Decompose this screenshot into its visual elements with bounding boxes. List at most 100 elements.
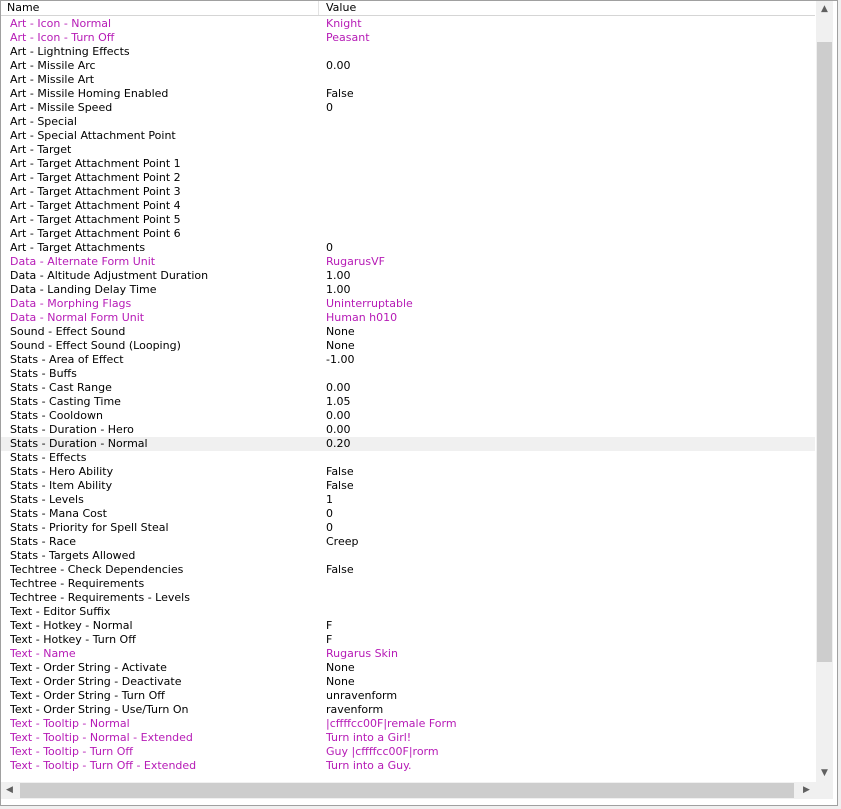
field-value[interactable]: 0.00 [326, 59, 811, 73]
field-row[interactable]: Text - Hotkey - Normal F [1, 619, 815, 633]
field-row[interactable]: Art - Special [1, 115, 815, 129]
field-row[interactable]: Text - Order String - Turn Off unravenfor… [1, 689, 815, 703]
field-row[interactable]: Art - Missile Art [1, 73, 815, 87]
field-row[interactable]: Art - Icon - Normal Knight [1, 17, 815, 31]
field-row[interactable]: Art - Icon - Turn Off Peasant [1, 31, 815, 45]
field-row[interactable]: Text - Hotkey - Turn Off F [1, 633, 815, 647]
field-value[interactable]: 0.00 [326, 423, 811, 437]
field-value[interactable]: -1.00 [326, 353, 811, 367]
field-row[interactable]: Data - Normal Form Unit Human h010 [1, 311, 815, 325]
field-row[interactable]: Art - Missile Speed 0 [1, 101, 815, 115]
scroll-up-icon[interactable]: ▲ [816, 1, 833, 18]
vertical-scrollbar[interactable]: ▲ ▼ [816, 1, 833, 782]
field-value[interactable]: False [326, 479, 811, 493]
field-row[interactable]: Stats - Area of Effect -1.00 [1, 353, 815, 367]
field-value[interactable]: False [326, 465, 811, 479]
field-value[interactable]: 0 [326, 101, 811, 115]
field-row[interactable]: Art - Target Attachment Point 6 [1, 227, 815, 241]
field-value[interactable]: 0 [326, 507, 811, 521]
field-row[interactable]: Stats - Hero Ability False [1, 465, 815, 479]
field-value[interactable]: None [326, 661, 811, 675]
field-row[interactable]: Sound - Effect Sound None [1, 325, 815, 339]
field-value[interactable]: False [326, 87, 811, 101]
field-row[interactable]: Text - Order String - Deactivate None [1, 675, 815, 689]
field-value[interactable]: |cffffcc00F|remale Form [326, 717, 811, 731]
field-value[interactable]: 1.00 [326, 269, 811, 283]
horizontal-scroll-thumb[interactable] [20, 783, 794, 798]
scroll-left-icon[interactable]: ◀ [1, 782, 18, 799]
field-value[interactable]: 0.00 [326, 381, 811, 395]
field-value[interactable]: Creep [326, 535, 811, 549]
field-row[interactable]: Data - Alternate Form Unit RugarusVF [1, 255, 815, 269]
field-value[interactable]: None [326, 325, 811, 339]
field-value[interactable]: F [326, 619, 811, 633]
field-row[interactable]: Art - Missile Arc 0.00 [1, 59, 815, 73]
field-value[interactable]: Turn into a Guy. [326, 759, 811, 773]
field-value[interactable]: Guy |cffffcc00F|rorm [326, 745, 811, 759]
field-value[interactable]: ravenform [326, 703, 811, 717]
field-row[interactable]: Stats - Buffs [1, 367, 815, 381]
field-row[interactable]: Art - Lightning Effects [1, 45, 815, 59]
field-row[interactable]: Text - Editor Suffix [1, 605, 815, 619]
field-row[interactable]: Art - Target Attachment Point 1 [1, 157, 815, 171]
field-row[interactable]: Text - Order String - Use/Turn On ravenfo… [1, 703, 815, 717]
field-value[interactable]: False [326, 563, 811, 577]
field-value[interactable]: 0 [326, 521, 811, 535]
field-row[interactable]: Data - Landing Delay Time 1.00 [1, 283, 815, 297]
field-row[interactable]: Stats - Targets Allowed [1, 549, 815, 563]
field-row[interactable]: Sound - Effect Sound (Looping) None [1, 339, 815, 353]
field-value[interactable]: unravenform [326, 689, 811, 703]
field-row[interactable]: Art - Target Attachment Point 2 [1, 171, 815, 185]
field-value[interactable]: F [326, 633, 811, 647]
field-value[interactable]: 0.20 [326, 437, 811, 451]
field-value[interactable]: Turn into a Girl! [326, 731, 811, 745]
field-row[interactable]: Text - Tooltip - Turn Off Guy |cffffcc00F… [1, 745, 815, 759]
field-value[interactable]: RugarusVF [326, 255, 811, 269]
field-row[interactable]: Text - Order String - Activate None [1, 661, 815, 675]
field-value[interactable]: 0 [326, 241, 811, 255]
field-row[interactable]: Art - Target Attachment Point 5 [1, 213, 815, 227]
field-row[interactable]: Art - Target Attachments 0 [1, 241, 815, 255]
field-value[interactable]: 1.00 [326, 283, 811, 297]
field-value[interactable]: Peasant [326, 31, 811, 45]
field-row[interactable]: Stats - Duration - Hero 0.00 [1, 423, 815, 437]
field-value[interactable]: 1 [326, 493, 811, 507]
field-row[interactable]: Stats - Casting Time 1.05 [1, 395, 815, 409]
field-row[interactable]: Art - Missile Homing Enabled False [1, 87, 815, 101]
field-value[interactable]: 0.00 [326, 409, 811, 423]
vertical-scroll-thumb[interactable] [817, 42, 832, 663]
field-row[interactable]: Techtree - Requirements - Levels [1, 591, 815, 605]
horizontal-scrollbar[interactable]: ◀ ▶ [1, 782, 816, 799]
field-row[interactable]: Stats - Duration - Normal 0.20 [1, 437, 815, 451]
field-row[interactable]: Stats - Effects [1, 451, 815, 465]
field-row[interactable]: Data - Morphing Flags Uninterruptable [1, 297, 815, 311]
field-value[interactable]: Rugarus Skin [326, 647, 811, 661]
field-row[interactable]: Art - Target [1, 143, 815, 157]
field-row[interactable]: Art - Target Attachment Point 4 [1, 199, 815, 213]
field-row[interactable]: Art - Special Attachment Point [1, 129, 815, 143]
field-row[interactable]: Stats - Levels 1 [1, 493, 815, 507]
column-header-value[interactable]: Value [319, 1, 815, 15]
field-row[interactable]: Data - Altitude Adjustment Duration 1.00 [1, 269, 815, 283]
field-value[interactable]: None [326, 675, 811, 689]
scroll-down-icon[interactable]: ▼ [816, 765, 833, 782]
field-row[interactable]: Stats - Cooldown 0.00 [1, 409, 815, 423]
field-value[interactable]: Knight [326, 17, 811, 31]
field-row[interactable]: Stats - Item Ability False [1, 479, 815, 493]
field-row[interactable]: Stats - Priority for Spell Steal 0 [1, 521, 815, 535]
field-row[interactable]: Techtree - Check Dependencies False [1, 563, 815, 577]
field-row[interactable]: Text - Tooltip - Normal |cffffcc00F|remal… [1, 717, 815, 731]
column-header-name[interactable]: Name [1, 1, 319, 15]
field-value[interactable]: 1.05 [326, 395, 811, 409]
field-row[interactable]: Text - Name Rugarus Skin [1, 647, 815, 661]
field-row[interactable]: Text - Tooltip - Normal - Extended Turn i… [1, 731, 815, 745]
field-row[interactable]: Stats - Mana Cost 0 [1, 507, 815, 521]
field-value[interactable]: Human h010 [326, 311, 811, 325]
field-row[interactable]: Techtree - Requirements [1, 577, 815, 591]
field-row[interactable]: Stats - Race Creep [1, 535, 815, 549]
field-value[interactable]: None [326, 339, 811, 353]
scroll-right-icon[interactable]: ▶ [798, 782, 815, 799]
field-row[interactable]: Art - Target Attachment Point 3 [1, 185, 815, 199]
field-value[interactable]: Uninterruptable [326, 297, 811, 311]
field-row[interactable]: Stats - Cast Range 0.00 [1, 381, 815, 395]
